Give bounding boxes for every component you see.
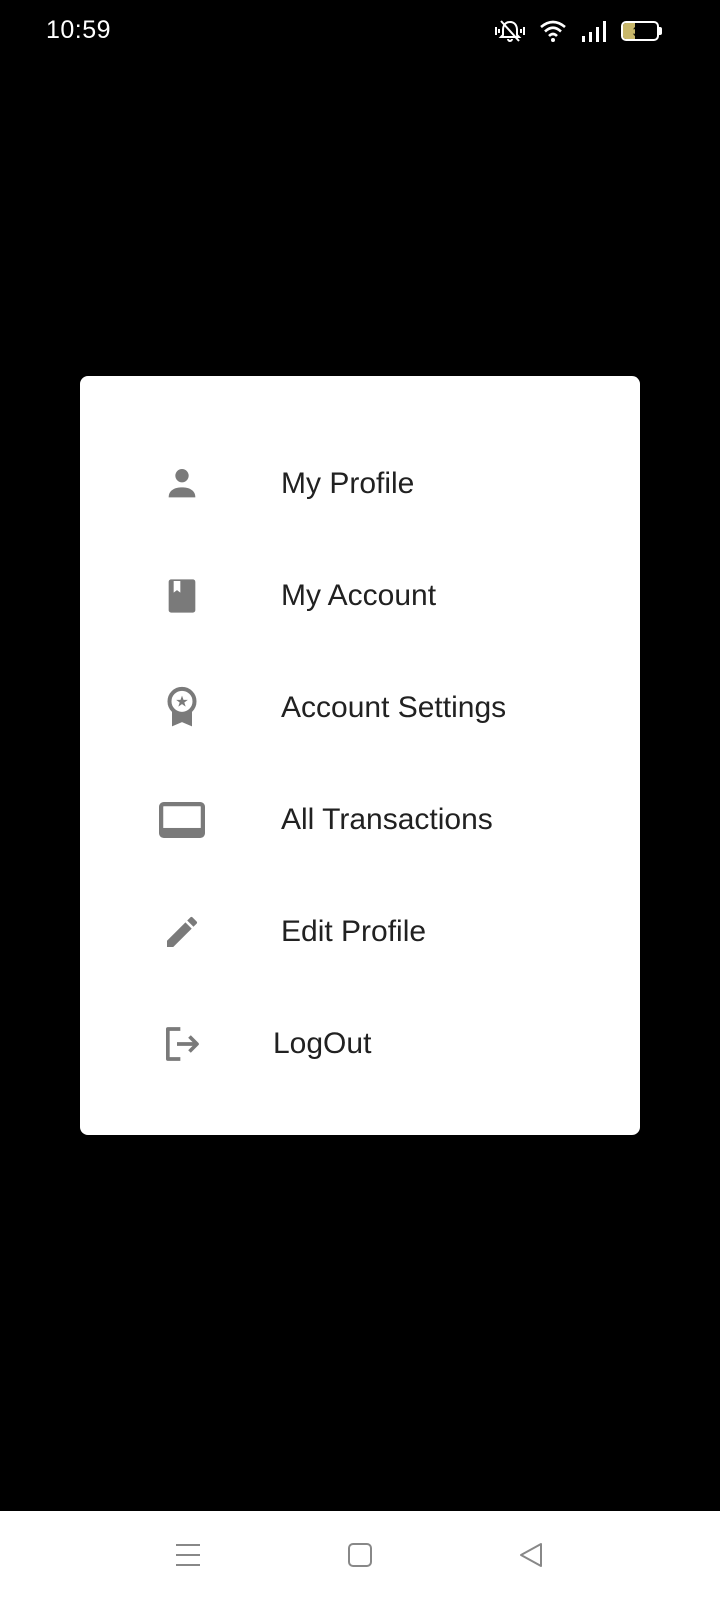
battery-tip	[659, 27, 662, 35]
nav-bar	[0, 1511, 720, 1600]
menu-icon	[174, 1542, 202, 1573]
nav-back-button[interactable]	[507, 1533, 555, 1581]
signal-icon	[581, 20, 607, 42]
menu-card: My Profile My Account Account Settings A…	[80, 376, 640, 1135]
menu-item-account-settings[interactable]: Account Settings	[80, 652, 640, 764]
menu-label-all-transactions: All Transactions	[281, 803, 493, 836]
wifi-icon	[539, 19, 567, 43]
menu-item-logout[interactable]: LogOut	[80, 988, 640, 1100]
book-icon	[158, 572, 206, 620]
menu-label-my-account: My Account	[281, 579, 437, 612]
menu-item-my-account[interactable]: My Account	[80, 540, 640, 652]
home-icon	[346, 1541, 374, 1574]
person-icon	[158, 460, 206, 508]
menu-item-edit-profile[interactable]: Edit Profile	[80, 876, 640, 988]
menu-item-all-transactions[interactable]: All Transactions	[80, 764, 640, 876]
menu-item-my-profile[interactable]: My Profile	[80, 428, 640, 540]
menu-label-logout: LogOut	[273, 1027, 372, 1060]
menu-label-my-profile: My Profile	[281, 467, 415, 500]
battery-icon: 35	[621, 21, 662, 41]
battery-level: 35	[632, 23, 648, 39]
nav-home-button[interactable]	[336, 1533, 384, 1581]
status-icons: 35	[495, 18, 662, 44]
nav-menu-button[interactable]	[164, 1533, 212, 1581]
back-icon	[517, 1541, 545, 1574]
pencil-icon	[158, 908, 206, 956]
laptop-icon	[158, 796, 206, 844]
status-time: 10:59	[46, 16, 112, 44]
menu-label-account-settings: Account Settings	[281, 691, 507, 724]
menu-label-edit-profile: Edit Profile	[281, 915, 427, 948]
badge-icon	[158, 684, 206, 732]
screen: 10:59 35 My Profile My Account Account S…	[0, 0, 720, 1600]
battery-body: 35	[621, 21, 659, 41]
status-bar: 10:59 35	[0, 0, 720, 64]
logout-icon	[158, 1020, 206, 1068]
mute-vibrate-icon	[495, 18, 525, 44]
